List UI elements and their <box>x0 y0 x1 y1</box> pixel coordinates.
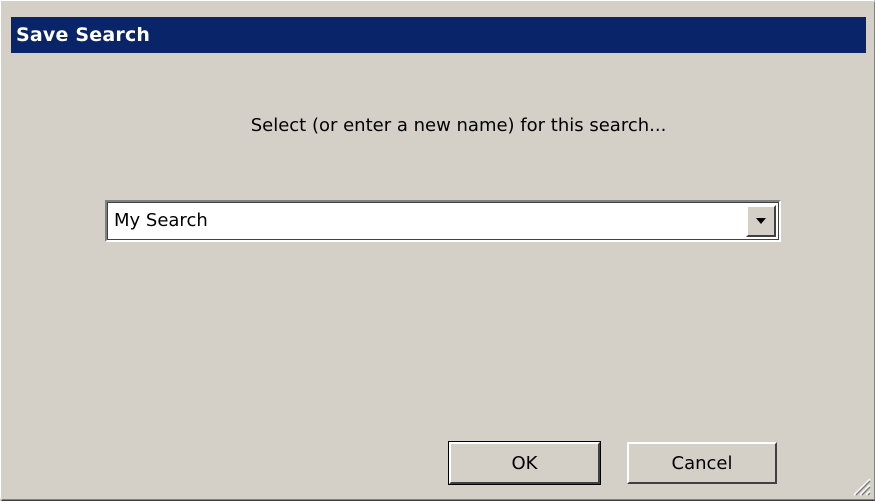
ok-button[interactable]: OK <box>448 441 601 485</box>
search-name-combobox[interactable] <box>105 200 781 242</box>
resize-grip-icon[interactable] <box>849 474 871 496</box>
dropdown-button[interactable] <box>746 205 776 237</box>
title-bar[interactable]: Save Search <box>11 17 866 53</box>
window-frame <box>1 1 875 501</box>
search-name-input[interactable] <box>110 205 744 237</box>
save-search-dialog: Save Search Select (or enter a new name)… <box>0 0 875 501</box>
window-title: Save Search <box>16 24 151 46</box>
prompt-label: Select (or enter a new name) for this se… <box>250 115 667 136</box>
cancel-button[interactable]: Cancel <box>627 442 777 484</box>
chevron-down-icon <box>756 218 766 224</box>
